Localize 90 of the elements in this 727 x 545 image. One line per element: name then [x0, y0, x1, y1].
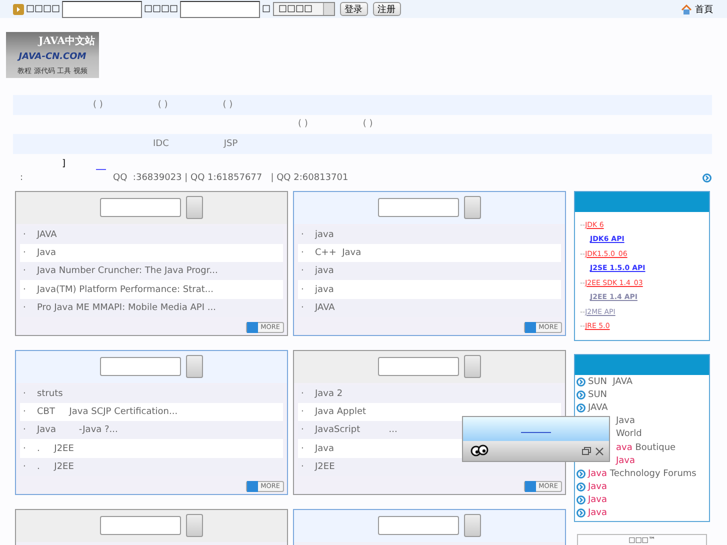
- bullet-text: ·: [301, 388, 304, 399]
- bullet-text: ·: [301, 230, 304, 240]
- news-link[interactable]: J2EE: [315, 462, 335, 472]
- news-link[interactable]: JavaScript ...: [315, 425, 398, 436]
- nav-link[interactable]: IDC: [153, 138, 169, 149]
- bullet-text: ·: [301, 406, 304, 417]
- news-link[interactable]: java: [315, 266, 334, 276]
- bullet-text: ·: [23, 302, 26, 313]
- bullet-text: ·: [301, 284, 304, 295]
- form-button[interactable]: 注册: [372, 2, 401, 16]
- resource-link[interactable]: Java: [616, 456, 636, 466]
- logo-domain: JAVA-CN.COM: [18, 52, 86, 62]
- nav-link[interactable]: JSP: [224, 138, 238, 149]
- news-link[interactable]: Java: [315, 444, 334, 454]
- bullet-text: ·: [23, 406, 26, 417]
- news-link[interactable]: C++ Java: [315, 248, 362, 258]
- bullet-text: ·: [301, 444, 304, 454]
- bullet-text: ·: [301, 266, 304, 276]
- resource-link[interactable]: World: [616, 429, 642, 440]
- search-button[interactable]: [464, 196, 481, 219]
- search-button[interactable]: [464, 514, 481, 537]
- resource-link[interactable]: Java Technology Forums: [588, 468, 696, 479]
- nav-link[interactable]: ( ): [298, 119, 308, 130]
- resource-link[interactable]: Java: [588, 494, 608, 505]
- news-link[interactable]: Java Applet: [315, 406, 366, 417]
- news-link[interactable]: Java: [37, 248, 56, 258]
- search-field[interactable]: [100, 198, 181, 217]
- bullet-text: ·: [23, 230, 26, 240]
- news-link[interactable]: JAVA: [37, 230, 57, 240]
- bullet-text: ·: [301, 302, 304, 313]
- resource-link[interactable]: Java: [616, 416, 636, 426]
- news-link[interactable]: Java(TM) Platform Performance: Strat...: [37, 284, 214, 295]
- bullet-text: ·: [23, 462, 26, 472]
- notice-text: ]: [62, 159, 66, 169]
- news-link[interactable]: Java -Java ?...: [37, 425, 118, 436]
- search-button[interactable]: [186, 355, 203, 378]
- bullet-text: ·: [23, 284, 26, 295]
- restore-icon[interactable]: [582, 447, 591, 455]
- resource-link[interactable]: JAVA: [588, 403, 608, 414]
- resource-link[interactable]: SUN: [588, 390, 608, 400]
- home-link[interactable]: 首頁: [695, 2, 713, 16]
- bullet-text: ·: [23, 266, 26, 276]
- news-link[interactable]: JAVA: [315, 302, 335, 313]
- news-link[interactable]: . J2EE: [37, 462, 74, 472]
- form-button[interactable]: 登录: [340, 2, 368, 16]
- logo-title: JAVA中文站: [38, 34, 95, 48]
- resource-link[interactable]: SUN JAVA: [588, 377, 633, 388]
- search-button[interactable]: [186, 196, 203, 219]
- news-link[interactable]: Pro Java ME MMAPI: Mobile Media API ...: [37, 302, 216, 313]
- bullet-text: ·: [301, 425, 304, 436]
- house-icon[interactable]: [681, 4, 692, 14]
- news-link[interactable]: java: [315, 230, 334, 240]
- link-underline[interactable]: [96, 168, 106, 170]
- next-icon: [702, 172, 712, 182]
- search-field[interactable]: [378, 198, 459, 217]
- search-button[interactable]: [186, 514, 203, 537]
- bullet-text: ·: [301, 248, 304, 258]
- bullet-text: ·: [301, 462, 304, 472]
- bullet-text: ·: [23, 388, 26, 399]
- password-field[interactable]: [180, 0, 260, 18]
- search-field[interactable]: [378, 357, 459, 376]
- separator-label: □: [262, 4, 271, 14]
- bullet-text: ·: [23, 248, 26, 258]
- nav-link[interactable]: ( ): [158, 100, 168, 110]
- contact-numbers: QQ :36839023 | QQ 1:61857677 | QQ 2:60813701: [113, 172, 348, 182]
- resource-link[interactable]: Java: [588, 508, 608, 518]
- news-link[interactable]: Java 2: [315, 388, 343, 399]
- bullet-text: ·: [23, 444, 26, 454]
- select-field[interactable]: □□□□: [272, 2, 335, 16]
- resource-link[interactable]: Java: [588, 482, 608, 492]
- contact-label: :: [20, 172, 24, 182]
- nav-link[interactable]: ( ): [362, 119, 373, 130]
- news-link[interactable]: struts: [37, 388, 63, 399]
- nav-link[interactable]: ( ): [222, 100, 233, 110]
- close-icon[interactable]: [595, 446, 604, 456]
- username-field[interactable]: [62, 0, 142, 18]
- news-link[interactable]: . J2EE: [37, 444, 74, 454]
- search-field[interactable]: [100, 516, 181, 535]
- search-field[interactable]: [100, 357, 181, 376]
- news-link[interactable]: Java Number Cruncher: The Java Progr...: [37, 266, 218, 276]
- news-link[interactable]: java: [315, 284, 334, 295]
- username-label: □□□□: [26, 4, 60, 14]
- bullet-text: ·: [23, 425, 26, 436]
- search-button[interactable]: [464, 355, 481, 378]
- resource-link[interactable]: ava Boutique: [616, 442, 676, 453]
- password-label: □□□□: [144, 4, 178, 14]
- eyes-icon: [468, 444, 490, 458]
- search-field[interactable]: [378, 516, 459, 535]
- nav-link[interactable]: ( ): [93, 100, 103, 110]
- news-link[interactable]: CBT Java SCJP Certification...: [37, 406, 178, 417]
